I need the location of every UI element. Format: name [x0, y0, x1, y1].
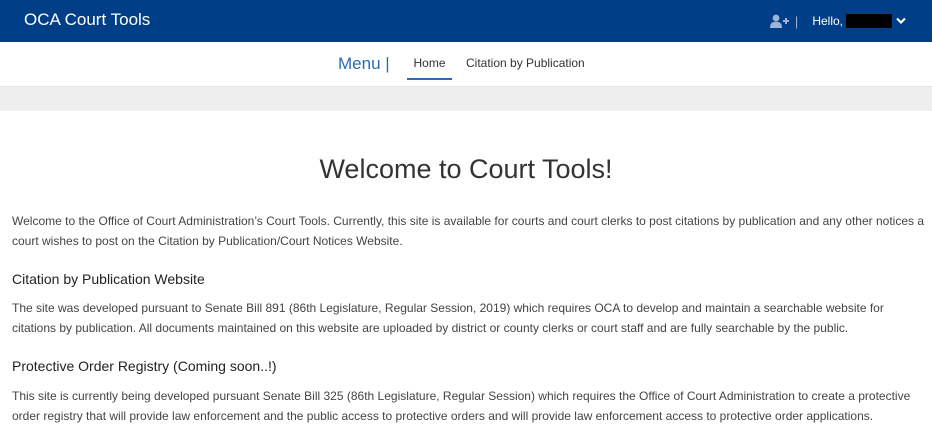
intro-paragraph: Welcome to the Office of Court Administr… [12, 214, 924, 248]
grey-divider-strip [0, 87, 932, 111]
nav-home-link[interactable]: Home [407, 56, 452, 80]
user-plus-icon[interactable] [769, 14, 789, 28]
section-text-protective-order: This site is currently being developed p… [12, 389, 911, 423]
redacted-username [846, 14, 892, 28]
chevron-down-icon[interactable] [896, 17, 906, 25]
section-heading-citation: Citation by Publication Website [12, 271, 205, 287]
section-text-citation: The site was developed pursuant to Senat… [12, 301, 884, 335]
greeting-text: Hello, [812, 14, 843, 28]
main-nav: Menu | Home Citation by Publication [0, 42, 932, 87]
app-brand-title[interactable]: OCA Court Tools [24, 10, 150, 30]
header-separator: | [794, 13, 799, 29]
top-header-bar: OCA Court Tools | Hello, [0, 0, 932, 42]
user-menu: | Hello, [769, 12, 906, 30]
menu-label: Menu | [338, 54, 390, 73]
section-heading-protective-order: Protective Order Registry (Coming soon..… [12, 358, 277, 374]
nav-citation-by-publication-link[interactable]: Citation by Publication [466, 56, 585, 70]
page-title: Welcome to Court Tools! [319, 154, 613, 184]
